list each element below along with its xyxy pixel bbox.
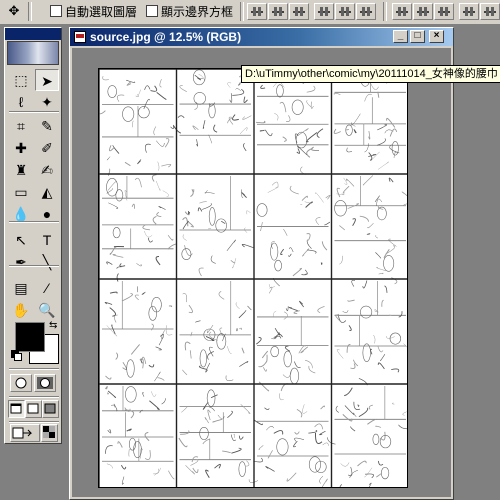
options-separator xyxy=(240,2,244,21)
options-bar: ✥ 自動選取圖層 顯示邊界方框 xyxy=(0,0,500,25)
checkbox-icon[interactable] xyxy=(50,5,62,17)
options-separator xyxy=(383,2,387,21)
notes-tool-icon[interactable]: ▤ xyxy=(9,277,33,299)
quick-mask-icon xyxy=(37,377,53,389)
standard-mode-icon xyxy=(15,377,27,389)
standard-mode-button[interactable] xyxy=(10,374,32,392)
comic-page-thumbnail xyxy=(333,69,406,170)
full-screen-mode-button[interactable] xyxy=(42,400,59,418)
align-vertical-center-button[interactable] xyxy=(268,3,288,20)
file-path-tooltip: D:\uTimmy\other\comic\my\20111014_女神像的腰巾 xyxy=(241,65,500,83)
toolbox-divider xyxy=(9,221,59,223)
comic-page-thumbnail xyxy=(173,69,252,152)
screen-mode-icon xyxy=(27,403,39,414)
toolbox-divider xyxy=(9,111,59,113)
comic-sketch-image[interactable] xyxy=(98,68,408,488)
foreground-color-swatch[interactable] xyxy=(15,322,45,352)
comic-page-thumbnail xyxy=(102,281,174,382)
comic-page-thumbnail xyxy=(256,181,331,277)
show-bounding-box-checkbox[interactable]: 顯示邊界方框 xyxy=(146,4,233,20)
auto-select-layer-checkbox[interactable]: 自動選取圖層 xyxy=(50,4,137,20)
quick-mask-mode-button[interactable] xyxy=(34,374,56,392)
type-tool-icon[interactable]: T xyxy=(35,229,59,251)
toolbox-divider xyxy=(9,265,59,267)
align-right-button[interactable] xyxy=(356,3,376,20)
rect-marquee-tool-icon[interactable]: ⬚ xyxy=(9,69,33,91)
zoom-tool-icon[interactable]: 🔍 xyxy=(35,299,59,321)
healing-brush-tool-icon[interactable]: ✚ xyxy=(9,137,33,159)
imageready-icon xyxy=(12,427,33,439)
app-logo[interactable] xyxy=(7,41,59,65)
document-title: source.jpg @ 12.5% (RGB) xyxy=(90,30,242,44)
brush-tool-icon[interactable]: ✐ xyxy=(35,137,59,159)
canvas-area[interactable] xyxy=(72,48,451,497)
toolbox-panel: ⬚ ➤ ℓ ✦ ⌗ ✎ ✚ ✐ ♜ ✍ ▭ ◭ 💧 ● ↖ T ✒ ╲ ▤ ⁄ ✋ 🔍 ⇆ xyxy=(4,27,62,444)
align-top-button[interactable] xyxy=(247,3,267,20)
show-bounding-box-label: 顯示邊界方框 xyxy=(161,5,234,19)
hand-tool-icon[interactable]: ✋ xyxy=(9,299,33,321)
comic-page-thumbnail xyxy=(256,278,329,385)
options-separator xyxy=(28,2,32,21)
magic-wand-tool-icon[interactable]: ✦ xyxy=(35,91,59,113)
distribute-top-button[interactable] xyxy=(392,3,412,20)
full-screen-menu-mode-button[interactable] xyxy=(25,400,42,418)
align-bottom-button[interactable] xyxy=(289,3,309,20)
comic-page-thumbnail xyxy=(102,385,175,485)
toolbox-divider xyxy=(9,368,59,370)
color-swatches: ⇆ xyxy=(11,320,61,364)
clone-stamp-tool-icon[interactable]: ♜ xyxy=(9,159,33,181)
toolbox-divider xyxy=(9,396,59,398)
imageready-logo-button[interactable] xyxy=(41,424,58,442)
distribute-left-button[interactable] xyxy=(459,3,479,20)
document-titlebar[interactable]: source.jpg @ 12.5% (RGB) _ □ × xyxy=(70,28,453,46)
paint-bucket-tool-icon[interactable]: ◭ xyxy=(35,181,59,203)
move-tool-icon[interactable]: ✥ xyxy=(4,2,24,20)
lasso-tool-icon[interactable]: ℓ xyxy=(9,91,33,113)
comic-page-thumbnail xyxy=(179,281,252,382)
sketch-content xyxy=(99,69,407,487)
checkbox-icon[interactable] xyxy=(146,5,158,17)
comic-page-thumbnail xyxy=(178,389,259,483)
standard-screen-mode-button[interactable] xyxy=(8,400,25,418)
distribute-hcenter-button[interactable] xyxy=(480,3,500,20)
checker-icon xyxy=(43,426,55,438)
default-colors-icon[interactable] xyxy=(11,350,22,361)
comic-page-thumbnail xyxy=(179,176,254,277)
path-selection-tool-icon[interactable]: ↖ xyxy=(9,229,33,251)
toolbox-titlebar[interactable] xyxy=(5,28,61,40)
eraser-tool-icon[interactable]: ▭ xyxy=(9,181,33,203)
history-brush-tool-icon[interactable]: ✍ xyxy=(35,159,59,181)
tool-grid: ⬚ ➤ ℓ ✦ ⌗ ✎ ✚ ✐ ♜ ✍ ▭ ◭ 💧 ● ↖ T ✒ ╲ ▤ ⁄ ✋ 🔍 xyxy=(9,69,59,318)
comic-page-thumbnail xyxy=(253,381,336,487)
swap-colors-icon[interactable]: ⇆ xyxy=(49,320,57,331)
document-window: source.jpg @ 12.5% (RGB) _ □ × xyxy=(69,27,454,500)
close-button[interactable]: × xyxy=(429,30,444,43)
screen-mode-icon xyxy=(10,403,22,414)
eyedropper-tool-icon[interactable]: ⁄ xyxy=(35,277,59,299)
distribute-vertical-center-button[interactable] xyxy=(413,3,433,20)
toolbox-divider xyxy=(9,421,59,423)
comic-page-thumbnail xyxy=(102,174,177,282)
comic-page-thumbnail xyxy=(334,386,407,487)
align-horizontal-center-button[interactable] xyxy=(335,3,355,20)
comic-page-thumbnail xyxy=(334,175,407,275)
screen-mode-icon xyxy=(44,403,56,414)
line-tool-icon[interactable]: ╲ xyxy=(35,251,59,273)
distribute-bottom-button[interactable] xyxy=(434,3,454,20)
comic-page-thumbnail xyxy=(99,75,174,176)
comic-page-thumbnail xyxy=(253,72,329,175)
crop-tool-icon[interactable]: ⌗ xyxy=(9,115,33,137)
comic-page-thumbnail xyxy=(334,277,407,386)
move-tool-icon[interactable]: ➤ xyxy=(35,69,59,91)
slice-tool-icon[interactable]: ✎ xyxy=(35,115,59,137)
pen-tool-icon[interactable]: ✒ xyxy=(9,251,33,273)
document-icon xyxy=(74,31,86,43)
auto-select-layer-label: 自動選取圖層 xyxy=(65,5,138,19)
minimize-button[interactable]: _ xyxy=(393,30,408,43)
jump-to-imageready-button[interactable] xyxy=(10,424,40,442)
maximize-button[interactable]: □ xyxy=(410,30,425,43)
align-left-button[interactable] xyxy=(314,3,334,20)
